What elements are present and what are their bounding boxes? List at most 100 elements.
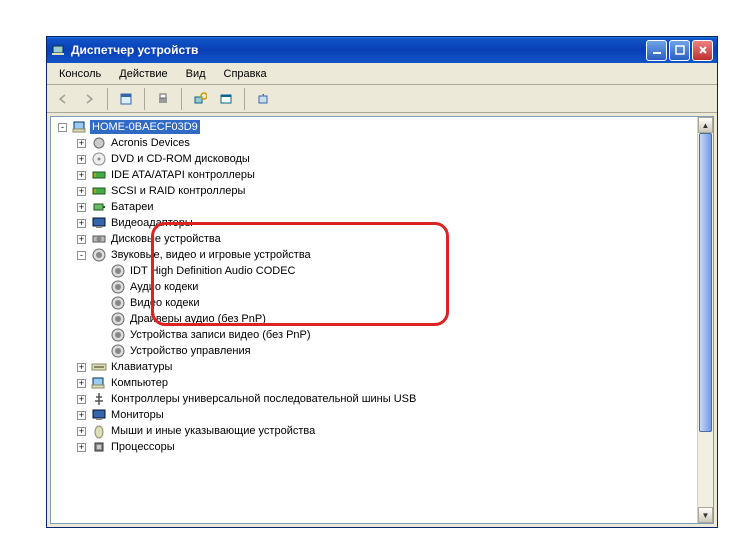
- device-tree[interactable]: - HOME-0BAECF03D9 + Acronis Devices + DVD и C…: [51, 117, 697, 523]
- expander[interactable]: -: [77, 251, 86, 260]
- scroll-track[interactable]: [698, 133, 713, 507]
- tree-device[interactable]: Устройства записи видео (без PnP): [53, 327, 697, 343]
- tree-category-sound[interactable]: - Звуковые, видео и игровые устройства: [53, 247, 697, 263]
- device-icon: [91, 135, 107, 151]
- tree-category[interactable]: + Мыши и иные указывающие устройства: [53, 423, 697, 439]
- node-label[interactable]: Драйверы аудио (без PnP): [128, 312, 268, 326]
- expander[interactable]: +: [77, 411, 86, 420]
- card-icon: [91, 183, 107, 199]
- cd-icon: [91, 151, 107, 167]
- node-label[interactable]: Видеоадаптеры: [109, 216, 195, 230]
- toolbar: [47, 85, 717, 113]
- node-label[interactable]: Мониторы: [109, 408, 166, 422]
- menu-action[interactable]: Действие: [111, 66, 175, 82]
- expander[interactable]: +: [77, 427, 86, 436]
- scroll-down-button[interactable]: ▼: [698, 507, 713, 523]
- sound-icon: [110, 327, 126, 343]
- node-label[interactable]: DVD и CD-ROM дисководы: [109, 152, 252, 166]
- uninstall-button[interactable]: [251, 87, 275, 111]
- node-label[interactable]: Аудио кодеки: [128, 280, 200, 294]
- sound-icon: [110, 295, 126, 311]
- properties-button[interactable]: [114, 87, 138, 111]
- node-label[interactable]: SCSI и RAID контроллеры: [109, 184, 247, 198]
- tree-device[interactable]: Видео кодеки: [53, 295, 697, 311]
- tree-root[interactable]: - HOME-0BAECF03D9: [53, 119, 697, 135]
- expander[interactable]: +: [77, 379, 86, 388]
- minimize-button[interactable]: [646, 40, 667, 61]
- expander[interactable]: -: [58, 123, 67, 132]
- scroll-up-button[interactable]: ▲: [698, 117, 713, 133]
- expander[interactable]: +: [77, 203, 86, 212]
- node-label[interactable]: HOME-0BAECF03D9: [90, 120, 200, 134]
- tree-device[interactable]: Драйверы аудио (без PnP): [53, 311, 697, 327]
- node-label[interactable]: Процессоры: [109, 440, 177, 454]
- tree-category[interactable]: + Контроллеры универсальной последователь…: [53, 391, 697, 407]
- tree-device[interactable]: IDT High Definition Audio CODEC: [53, 263, 697, 279]
- node-label[interactable]: Клавиатуры: [109, 360, 174, 374]
- node-label[interactable]: Устройства записи видео (без PnP): [128, 328, 313, 342]
- tree-category[interactable]: + SCSI и RAID контроллеры: [53, 183, 697, 199]
- scan-hardware-button[interactable]: [188, 87, 212, 111]
- expander[interactable]: +: [77, 443, 86, 452]
- display-icon: [91, 407, 107, 423]
- maximize-button[interactable]: [669, 40, 690, 61]
- expander[interactable]: +: [77, 155, 86, 164]
- show-hidden-button[interactable]: [214, 87, 238, 111]
- expander[interactable]: +: [77, 235, 86, 244]
- sound-icon: [110, 263, 126, 279]
- cpu-icon: [91, 439, 107, 455]
- tree-category[interactable]: + Дисковые устройства: [53, 231, 697, 247]
- display-icon: [91, 215, 107, 231]
- titlebar[interactable]: Диспетчер устройств: [47, 37, 717, 63]
- node-label[interactable]: Устройство управления: [128, 344, 253, 358]
- node-label[interactable]: Компьютер: [109, 376, 170, 390]
- node-label[interactable]: Дисковые устройства: [109, 232, 223, 246]
- menu-view[interactable]: Вид: [178, 66, 214, 82]
- expander[interactable]: +: [77, 363, 86, 372]
- window-title: Диспетчер устройств: [71, 43, 646, 57]
- menubar: Консоль Действие Вид Справка: [47, 63, 717, 85]
- tree-category[interactable]: + Компьютер: [53, 375, 697, 391]
- node-label[interactable]: Мыши и иные указывающие устройства: [109, 424, 317, 438]
- tree-category[interactable]: + Процессоры: [53, 439, 697, 455]
- sound-icon: [110, 311, 126, 327]
- close-button[interactable]: [692, 40, 713, 61]
- tree-device[interactable]: Устройство управления: [53, 343, 697, 359]
- tree-category[interactable]: + Клавиатуры: [53, 359, 697, 375]
- sound-icon: [110, 279, 126, 295]
- expander[interactable]: +: [77, 187, 86, 196]
- tree-category[interactable]: + Acronis Devices: [53, 135, 697, 151]
- tree-category[interactable]: + DVD и CD-ROM дисководы: [53, 151, 697, 167]
- keyboard-icon: [91, 359, 107, 375]
- tree-category[interactable]: + IDE ATA/ATAPI контроллеры: [53, 167, 697, 183]
- menu-help[interactable]: Справка: [216, 66, 275, 82]
- expander[interactable]: +: [77, 395, 86, 404]
- node-label[interactable]: Видео кодеки: [128, 296, 202, 310]
- vertical-scrollbar[interactable]: ▲ ▼: [697, 117, 713, 523]
- battery-icon: [91, 199, 107, 215]
- print-button[interactable]: [151, 87, 175, 111]
- tree-category[interactable]: + Видеоадаптеры: [53, 215, 697, 231]
- app-icon: [51, 42, 67, 58]
- tree-category[interactable]: + Мониторы: [53, 407, 697, 423]
- menu-console[interactable]: Консоль: [51, 66, 109, 82]
- expander[interactable]: +: [77, 219, 86, 228]
- content-pane: - HOME-0BAECF03D9 + Acronis Devices + DVD и C…: [50, 116, 714, 524]
- node-label[interactable]: IDT High Definition Audio CODEC: [128, 264, 297, 278]
- node-label[interactable]: Контроллеры универсальной последовательн…: [109, 392, 418, 406]
- computer-icon: [72, 119, 88, 135]
- sound-icon: [110, 343, 126, 359]
- node-label[interactable]: Батареи: [109, 200, 156, 214]
- forward-button: [77, 87, 101, 111]
- expander[interactable]: +: [77, 171, 86, 180]
- expander[interactable]: +: [77, 139, 86, 148]
- card-icon: [91, 167, 107, 183]
- tree-category[interactable]: + Батареи: [53, 199, 697, 215]
- node-label[interactable]: IDE ATA/ATAPI контроллеры: [109, 168, 257, 182]
- tree-device[interactable]: Аудио кодеки: [53, 279, 697, 295]
- scroll-thumb[interactable]: [699, 133, 712, 432]
- mouse-icon: [91, 423, 107, 439]
- node-label[interactable]: Звуковые, видео и игровые устройства: [109, 248, 313, 262]
- usb-icon: [91, 391, 107, 407]
- node-label[interactable]: Acronis Devices: [109, 136, 192, 150]
